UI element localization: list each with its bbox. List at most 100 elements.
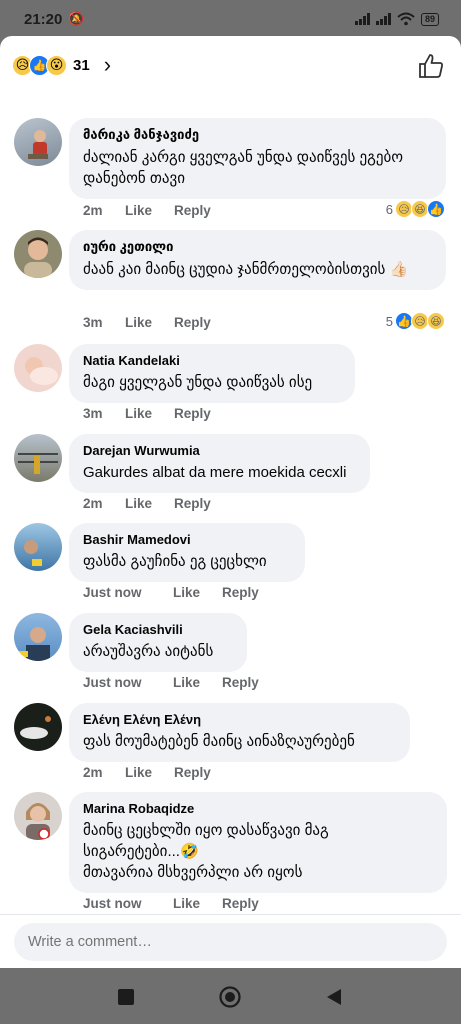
comment-time: Just now xyxy=(83,585,142,600)
comment-bubble: Darejan Wurwumia Gakurdes albat da mere … xyxy=(69,434,370,493)
comment-text: ძალიან კარგი ყველგან უნდა დაიწვეს ეგებო … xyxy=(83,149,403,187)
comment-text: არაუშავრა აიტანს xyxy=(83,643,214,660)
like-thumb-icon[interactable] xyxy=(417,52,445,80)
like-button[interactable]: Like xyxy=(125,406,174,421)
avatar[interactable] xyxy=(14,344,62,392)
reply-button[interactable]: Reply xyxy=(174,765,211,780)
comment-bubble: Gela Kaciashvili არაუშავრა აიტანს xyxy=(69,613,247,672)
avatar-image xyxy=(24,237,52,278)
reply-button[interactable]: Reply xyxy=(174,406,211,421)
reply-button[interactable]: Reply xyxy=(174,315,211,330)
chevron-right-icon[interactable]: › xyxy=(104,52,111,78)
comment-text-line: მთავარია მსხვერპლი არ იყოს xyxy=(83,864,303,881)
comment-author[interactable]: Ελένη Ελένη Ελένη xyxy=(83,712,396,727)
mute-icon: 🔕 xyxy=(68,11,85,26)
comment-bubble: Natia Kandelaki მაგი ყველგან უნდა დაიწვა… xyxy=(69,344,355,403)
comment-time: Just now xyxy=(83,896,142,911)
recent-apps-icon[interactable] xyxy=(115,986,137,1008)
reply-button[interactable]: Reply xyxy=(222,896,259,911)
comment-reaction-count: 5 xyxy=(385,313,393,329)
avatar[interactable] xyxy=(14,523,62,571)
comment-composer xyxy=(0,914,461,968)
reactions-summary[interactable]: 😥 👍 😮 31 › xyxy=(12,52,111,78)
comment-time: Just now xyxy=(83,675,142,690)
signal-icon xyxy=(375,13,391,25)
comment-bubble: Marina Robaqidze მაინც ცეცხლში იყო დასაწ… xyxy=(69,792,447,893)
like-button[interactable]: Like xyxy=(173,896,222,911)
comment-author[interactable]: Marina Robaqidze xyxy=(83,801,433,816)
haha-face-icon: 😆 xyxy=(427,312,445,330)
comment-author[interactable]: Bashir Mamedovi xyxy=(83,532,291,547)
like-button[interactable]: Like xyxy=(125,203,174,218)
reply-button[interactable]: Reply xyxy=(222,585,259,600)
comment-bubble: იური კეთილი ძაან კაი მაინც ცუდია ჯანმრთე… xyxy=(69,230,446,290)
avatar-image xyxy=(24,540,42,566)
like-button[interactable]: Like xyxy=(125,765,174,780)
comment-actions: Just now Like Reply xyxy=(83,585,259,600)
comment-time: 2m xyxy=(83,765,103,780)
comment-reactions[interactable]: 6 😥 😆 👍 xyxy=(386,200,445,218)
avatar-image xyxy=(28,130,48,159)
comment-actions: 3m Like Reply xyxy=(83,406,211,421)
avatar-image xyxy=(25,357,58,385)
comment-time: 2m xyxy=(83,496,103,511)
avatar[interactable] xyxy=(14,434,62,482)
comment-text-line: სიგარეტები...🤣 xyxy=(83,843,199,860)
comment-actions: Just now Like Reply xyxy=(83,896,259,911)
wifi-icon xyxy=(397,12,415,26)
battery-indicator: 89 xyxy=(420,12,439,26)
comment-author[interactable]: Gela Kaciashvili xyxy=(83,622,233,637)
comment-actions: 3m Like Reply xyxy=(83,315,211,330)
avatar[interactable] xyxy=(14,613,62,661)
signal-icon xyxy=(354,13,370,25)
home-icon[interactable] xyxy=(219,986,241,1008)
reply-button[interactable]: Reply xyxy=(174,496,211,511)
comment-actions: 2m Like Reply xyxy=(83,765,211,780)
comment-author[interactable]: Natia Kandelaki xyxy=(83,353,341,368)
comment-time: 2m xyxy=(83,203,103,218)
avatar[interactable] xyxy=(14,792,62,840)
avatar-image xyxy=(18,453,58,474)
avatar-image xyxy=(18,627,50,661)
comment-bubble: Ελένη Ελένη Ελένη ფას მოუმატებენ მაინც ა… xyxy=(69,703,410,762)
comment-input[interactable] xyxy=(14,923,447,961)
comment-time: 3m xyxy=(83,406,103,421)
avatar[interactable] xyxy=(14,230,62,278)
wow-face-icon: 😮 xyxy=(46,54,67,76)
comment-actions: 2m Like Reply xyxy=(83,203,211,218)
avatar-image xyxy=(26,803,50,840)
like-button[interactable]: Like xyxy=(125,496,174,511)
comments-sheet: 😥 👍 😮 31 › მარიკა მანჯავიძე ძალიან კარგი… xyxy=(0,36,461,968)
comment-text: ფასმა გაუჩინა ეგ ცეცხლი xyxy=(83,553,267,570)
reaction-count: 31 xyxy=(73,56,90,74)
comment-time: 3m xyxy=(83,315,103,330)
reply-button[interactable]: Reply xyxy=(174,203,211,218)
reactions-header: 😥 👍 😮 31 › xyxy=(0,36,461,94)
reply-button[interactable]: Reply xyxy=(222,675,259,690)
comment-author[interactable]: Darejan Wurwumia xyxy=(83,443,356,458)
avatar[interactable] xyxy=(14,118,62,166)
comment-reactions[interactable]: 5 👍 😥 😆 xyxy=(386,312,445,330)
system-navbar xyxy=(0,968,461,1024)
status-time: 21:20 xyxy=(24,10,63,28)
comment-actions: Just now Like Reply xyxy=(83,675,259,690)
comment-bubble: მარიკა მანჯავიძე ძალიან კარგი ყველგან უნ… xyxy=(69,118,446,199)
back-icon[interactable] xyxy=(323,986,345,1008)
avatar[interactable] xyxy=(14,703,62,751)
status-bar: 21:20 🔕 89 xyxy=(0,0,461,38)
comment-text: ფას მოუმატებენ მაინც აინაზღაურებენ xyxy=(83,733,355,750)
comment-actions: 2m Like Reply xyxy=(83,496,211,511)
like-button[interactable]: Like xyxy=(173,675,222,690)
comment-text-line: მაინც ცეცხლში იყო დასაწვავი მაგ xyxy=(83,822,329,839)
comment-bubble: Bashir Mamedovi ფასმა გაუჩინა ეგ ცეცხლი xyxy=(69,523,305,582)
comment-reaction-count: 6 xyxy=(385,201,393,217)
like-icon: 👍 xyxy=(427,200,445,218)
comment-author[interactable]: იური კეთილი xyxy=(83,239,432,255)
comment-author[interactable]: მარიკა მანჯავიძე xyxy=(83,127,432,143)
comment-text: ძაან კაი მაინც ცუდია ჯანმრთელობისთვის 👍🏻 xyxy=(83,261,409,278)
like-button[interactable]: Like xyxy=(173,585,222,600)
comment-text: Gakurdes albat da mere moekida cecxli xyxy=(83,464,347,481)
avatar-image xyxy=(20,716,51,739)
like-button[interactable]: Like xyxy=(125,315,174,330)
comment-text: მაგი ყველგან უნდა დაიწვას ისე xyxy=(83,374,313,391)
